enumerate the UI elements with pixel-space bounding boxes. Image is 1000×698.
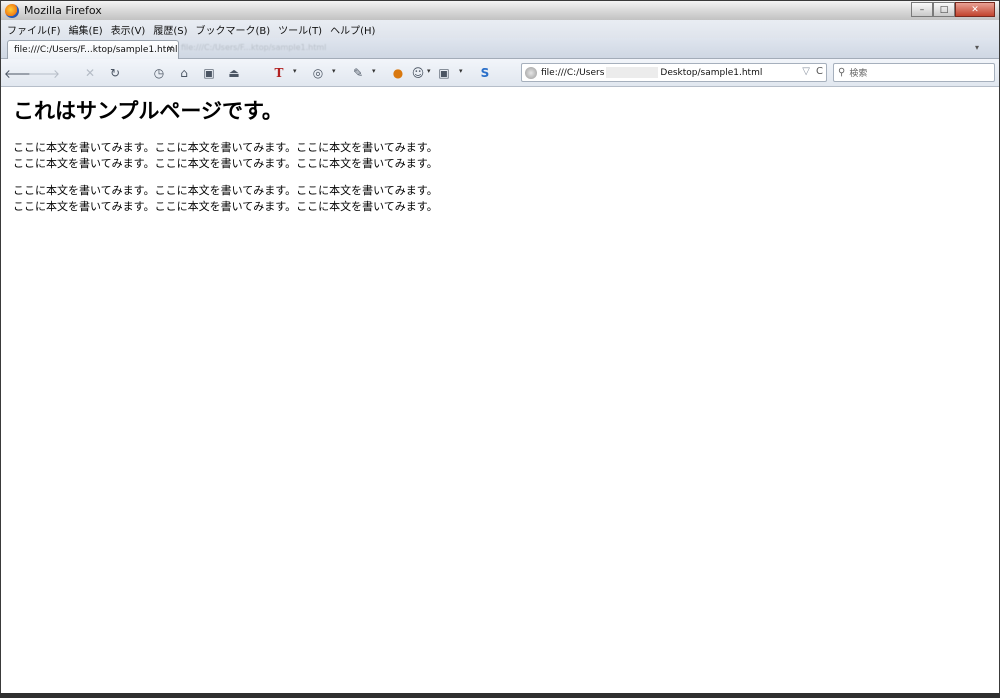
- address-redacted: [606, 67, 659, 78]
- text-tool-icon[interactable]: T: [272, 66, 286, 80]
- paragraph-line: ここに本文を書いてみます。ここに本文を書いてみます。ここに本文を書いてみます。: [13, 184, 438, 197]
- paragraph-line: ここに本文を書いてみます。ここに本文を書いてみます。ここに本文を書いてみます。: [13, 157, 438, 170]
- bookmark-icon[interactable]: ▣: [202, 66, 216, 80]
- tab-label: file:///C:/Users/F...ktop/sample1.html: [14, 45, 178, 55]
- search-bar[interactable]: ⚲ 検索: [833, 63, 995, 82]
- downloads-icon[interactable]: ⏏: [227, 66, 241, 80]
- title-bar: Mozilla Firefox – □ ✕: [1, 1, 999, 20]
- addon-pen-icon[interactable]: ✎: [351, 66, 365, 80]
- close-button[interactable]: ✕: [955, 2, 995, 17]
- page-content: これはサンプルページです。 ここに本文を書いてみます。ここに本文を書いてみます。…: [2, 88, 998, 694]
- addon-s-icon[interactable]: S: [478, 66, 492, 80]
- menu-help[interactable]: ヘルプ(H): [330, 22, 375, 37]
- tab-close-icon[interactable]: ×: [166, 44, 174, 54]
- menu-edit[interactable]: 編集(E): [69, 22, 103, 37]
- addon-pen-dropdown-icon[interactable]: ▾: [372, 67, 376, 75]
- site-identity-icon[interactable]: [525, 66, 537, 79]
- paragraph-line: ここに本文を書いてみます。ここに本文を書いてみます。ここに本文を書いてみます。: [13, 200, 438, 213]
- address-bar[interactable]: file:///C:/Users Desktop/sample1.html ▽ C: [521, 63, 827, 82]
- menu-bar: ファイル(F) 編集(E) 表示(V) 履歴(S) ブックマーク(B) ツール(…: [1, 20, 999, 38]
- stop-icon[interactable]: ✕: [83, 66, 97, 80]
- paragraph-line: ここに本文を書いてみます。ここに本文を書いてみます。ここに本文を書いてみます。: [13, 141, 438, 154]
- back-arrow-icon[interactable]: 🡐: [4, 66, 36, 81]
- navigation-toolbar: 🡐 🡒 ✕ ↻ ◷ ⌂ ▣ ⏏ T ▾ ◎ ▾ ✎ ▾ ● ☺ ▾ ▣ ▾ S …: [1, 59, 999, 87]
- text-tool-dropdown-icon[interactable]: ▾: [293, 67, 297, 75]
- page-heading: これはサンプルページです。: [13, 99, 283, 123]
- paragraph-1: ここに本文を書いてみます。ここに本文を書いてみます。ここに本文を書いてみます。 …: [13, 140, 438, 172]
- address-prefix: file:///C:/Users: [541, 68, 605, 78]
- tab-list-chevron-icon[interactable]: ▾: [975, 43, 979, 52]
- history-clock-icon[interactable]: ◷: [152, 66, 166, 80]
- camera-icon[interactable]: ▣: [437, 66, 451, 80]
- bookmark-star-icon[interactable]: ▽: [802, 66, 810, 77]
- address-suffix: Desktop/sample1.html: [660, 68, 763, 78]
- reload-icon[interactable]: ↻: [108, 66, 122, 80]
- forward-arrow-icon[interactable]: 🡒: [28, 66, 60, 81]
- browser-window: Mozilla Firefox – □ ✕ ファイル(F) 編集(E) 表示(V…: [0, 0, 1000, 698]
- firefox-icon: [5, 3, 19, 18]
- tab-strip: file:///C:/Users/F...ktop/sample1.html ×…: [1, 38, 999, 59]
- menu-history[interactable]: 履歴(S): [153, 22, 187, 37]
- menu-tools[interactable]: ツール(T): [278, 22, 322, 37]
- camera-dropdown-icon[interactable]: ▾: [459, 67, 463, 75]
- search-placeholder: 検索: [849, 69, 868, 79]
- paragraph-2: ここに本文を書いてみます。ここに本文を書いてみます。ここに本文を書いてみます。 …: [13, 183, 438, 215]
- window-controls: – □ ✕: [911, 2, 995, 17]
- maximize-button[interactable]: □: [933, 2, 955, 17]
- tab-active[interactable]: file:///C:/Users/F...ktop/sample1.html ×: [7, 40, 179, 59]
- tab-drag-ghost: file:///C:/Users/F...ktop/sample1.html: [181, 43, 327, 52]
- minimize-button[interactable]: –: [911, 2, 933, 17]
- menu-view[interactable]: 表示(V): [111, 22, 146, 37]
- address-text: file:///C:/Users Desktop/sample1.html: [541, 67, 762, 78]
- addon-target-icon[interactable]: ◎: [311, 66, 325, 80]
- window-title: Mozilla Firefox: [24, 4, 102, 17]
- home-icon[interactable]: ⌂: [177, 66, 191, 80]
- addon-face-icon[interactable]: ☺: [411, 66, 425, 80]
- menu-bookmarks[interactable]: ブックマーク(B): [196, 22, 271, 37]
- url-reload-icon[interactable]: C: [816, 66, 823, 77]
- addon-face-dropdown-icon[interactable]: ▾: [427, 67, 431, 75]
- window-bottom-border: [0, 693, 1000, 698]
- addon-orange-icon[interactable]: ●: [391, 66, 405, 80]
- addon-target-dropdown-icon[interactable]: ▾: [332, 67, 336, 75]
- menu-file[interactable]: ファイル(F): [7, 22, 61, 37]
- search-icon[interactable]: ⚲: [838, 67, 845, 78]
